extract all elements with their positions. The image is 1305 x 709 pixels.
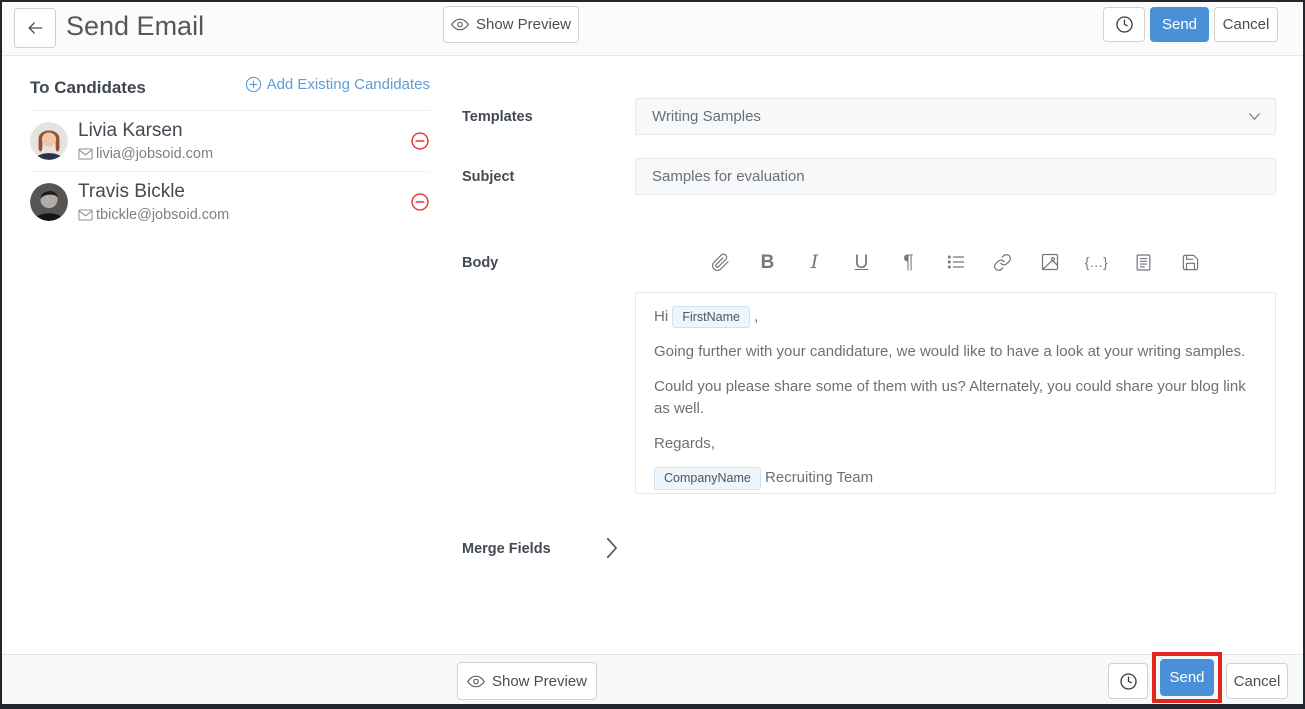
attachment-icon[interactable] (710, 251, 732, 273)
candidate-row[interactable]: Livia Karsen livia@jobsoid.com (30, 111, 430, 172)
subject-input[interactable] (635, 158, 1276, 195)
bold-icon[interactable]: B (757, 251, 779, 273)
send-button-bottom[interactable]: Send (1160, 659, 1214, 696)
bullet-list-icon[interactable] (945, 251, 967, 273)
editor-toolbar: B I U ¶ {...} (635, 245, 1276, 279)
cancel-label: Cancel (1223, 16, 1270, 33)
body-paragraph: Going further with your candidature, we … (654, 341, 1257, 363)
image-icon[interactable] (1039, 251, 1061, 273)
body-label: Body (462, 255, 498, 271)
templates-selected-value: Writing Samples (652, 108, 1248, 125)
body-greeting-line: Hi FirstName , (654, 306, 1257, 328)
candidate-avatar (30, 183, 68, 221)
candidate-name: Travis Bickle (78, 182, 229, 203)
merge-fields-label: Merge Fields (462, 541, 551, 557)
minus-circle-icon (410, 192, 430, 212)
companyname-token[interactable]: CompanyName (654, 467, 761, 489)
merge-fields-expander[interactable] (600, 535, 622, 561)
schedule-button-top[interactable] (1103, 7, 1145, 42)
show-preview-label: Show Preview (492, 673, 587, 690)
send-button-top[interactable]: Send (1150, 7, 1209, 42)
footer-bar: Show Preview Send Cancel (2, 654, 1303, 704)
remove-candidate-button[interactable] (410, 131, 430, 151)
candidate-avatar (30, 122, 68, 160)
firstname-token[interactable]: FirstName (672, 306, 750, 328)
body-signature-line: CompanyName Recruiting Team (654, 467, 1257, 489)
save-icon[interactable] (1180, 251, 1202, 273)
merge-field-icon[interactable]: {...} (1086, 251, 1108, 273)
italic-icon[interactable]: I (804, 251, 826, 273)
send-label: Send (1169, 669, 1204, 686)
clock-icon (1115, 15, 1134, 34)
chevron-down-icon (1248, 112, 1261, 121)
body-paragraph: Could you please share some of them with… (654, 376, 1257, 420)
clock-icon (1119, 672, 1138, 691)
header-bar: Send Email Show Preview Send Cancel (2, 2, 1303, 56)
candidates-panel: To Candidates Add Existing Candidates (30, 76, 430, 232)
link-icon[interactable] (992, 251, 1014, 273)
page-title: Send Email (66, 11, 204, 42)
email-body-editor[interactable]: Hi FirstName , Going further with your c… (635, 292, 1276, 494)
subject-label: Subject (462, 169, 514, 185)
templates-select[interactable]: Writing Samples (635, 98, 1276, 135)
candidate-row[interactable]: Travis Bickle tbickle@jobsoid.com (30, 172, 430, 232)
send-label: Send (1162, 16, 1197, 33)
back-button[interactable] (14, 8, 56, 48)
show-preview-button-top[interactable]: Show Preview (443, 6, 579, 43)
cancel-button-bottom[interactable]: Cancel (1226, 663, 1288, 699)
plus-circle-icon (245, 76, 262, 93)
remove-candidate-button[interactable] (410, 192, 430, 212)
show-preview-label: Show Preview (476, 16, 571, 33)
paragraph-icon[interactable]: ¶ (898, 251, 920, 273)
minus-circle-icon (410, 131, 430, 151)
back-arrow-icon (25, 18, 45, 38)
send-email-window: Send Email Show Preview Send Cancel To C… (0, 0, 1305, 709)
show-preview-button-bottom[interactable]: Show Preview (457, 662, 597, 700)
eye-icon (467, 675, 485, 688)
underline-icon[interactable]: U (851, 251, 873, 273)
add-existing-candidates-link[interactable]: Add Existing Candidates (245, 76, 430, 93)
envelope-icon (78, 148, 93, 160)
envelope-icon (78, 209, 93, 221)
body-regards: Regards, (654, 433, 1257, 455)
schedule-button-bottom[interactable] (1108, 663, 1148, 699)
template-document-icon[interactable] (1133, 251, 1155, 273)
add-existing-candidates-label: Add Existing Candidates (267, 76, 430, 93)
candidate-email-text: livia@jobsoid.com (96, 146, 213, 162)
templates-label: Templates (462, 109, 533, 125)
candidates-panel-title: To Candidates (30, 78, 146, 98)
candidate-name: Livia Karsen (78, 121, 213, 142)
cancel-button-top[interactable]: Cancel (1214, 7, 1278, 42)
chevron-right-icon (604, 536, 619, 560)
cancel-label: Cancel (1234, 673, 1281, 690)
candidate-email-text: tbickle@jobsoid.com (96, 207, 229, 223)
send-button-red-annotation: Send (1152, 652, 1222, 703)
eye-icon (451, 18, 469, 31)
